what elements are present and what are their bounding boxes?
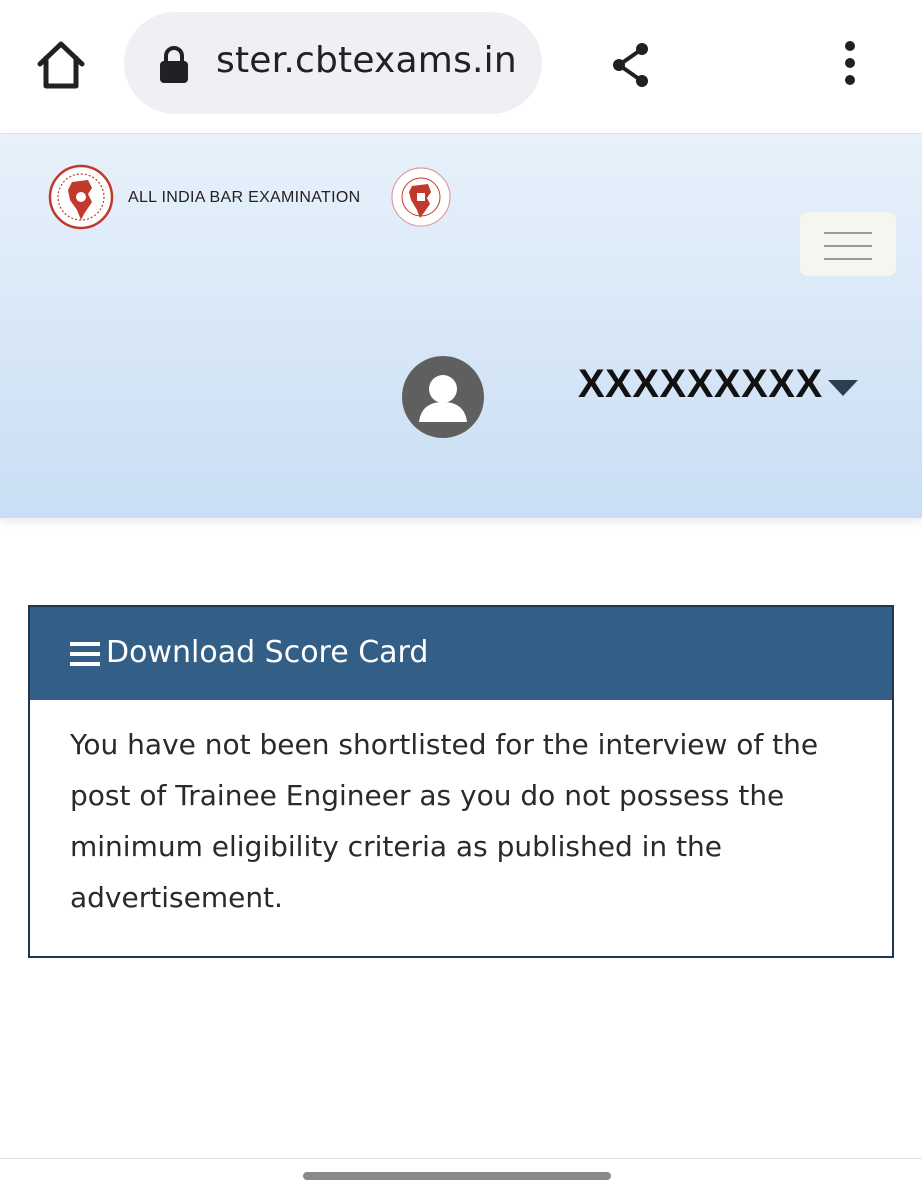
share-icon [613,43,648,87]
bar-council-logo[interactable] [390,166,452,228]
message-line: minimum eligibility criteria as publishe… [70,830,723,863]
user-name[interactable]: XXXXXXXXX [578,362,823,407]
url-text: ster.cbtexams.in [216,40,517,81]
gesture-bar[interactable] [303,1172,611,1180]
panel-title: Download Score Card [106,635,429,670]
message-line: You have not been shortlisted for the in… [70,728,819,761]
address-bar[interactable]: ster.cbtexams.in [124,12,542,114]
bottom-divider [0,1158,922,1159]
site-header: ALL INDIA BAR EXAMINATION XXXXXXXXX [0,134,922,518]
message-line: advertisement. [70,881,283,914]
browser-menu-button[interactable] [832,38,868,92]
share-button[interactable] [604,38,658,92]
more-vert-icon [845,41,855,85]
home-button[interactable] [34,38,88,92]
score-card-panel: Download Score Card You have not been sh… [28,605,894,958]
panel-message: You have not been shortlisted for the in… [70,719,830,923]
home-icon [37,41,85,89]
emblem-logo[interactable] [48,164,114,230]
panel-header: Download Score Card [30,607,892,700]
caret-down-icon[interactable] [828,380,858,398]
hamburger-icon [824,232,872,234]
list-icon [70,642,100,666]
lock-icon [160,46,188,83]
browser-toolbar: ster.cbtexams.in [0,0,922,134]
message-line: post of Trainee Engineer as you do not p… [70,779,785,812]
user-avatar-icon[interactable] [402,356,484,438]
header-title: ALL INDIA BAR EXAMINATION [128,189,361,206]
site-menu-button[interactable] [800,212,896,276]
